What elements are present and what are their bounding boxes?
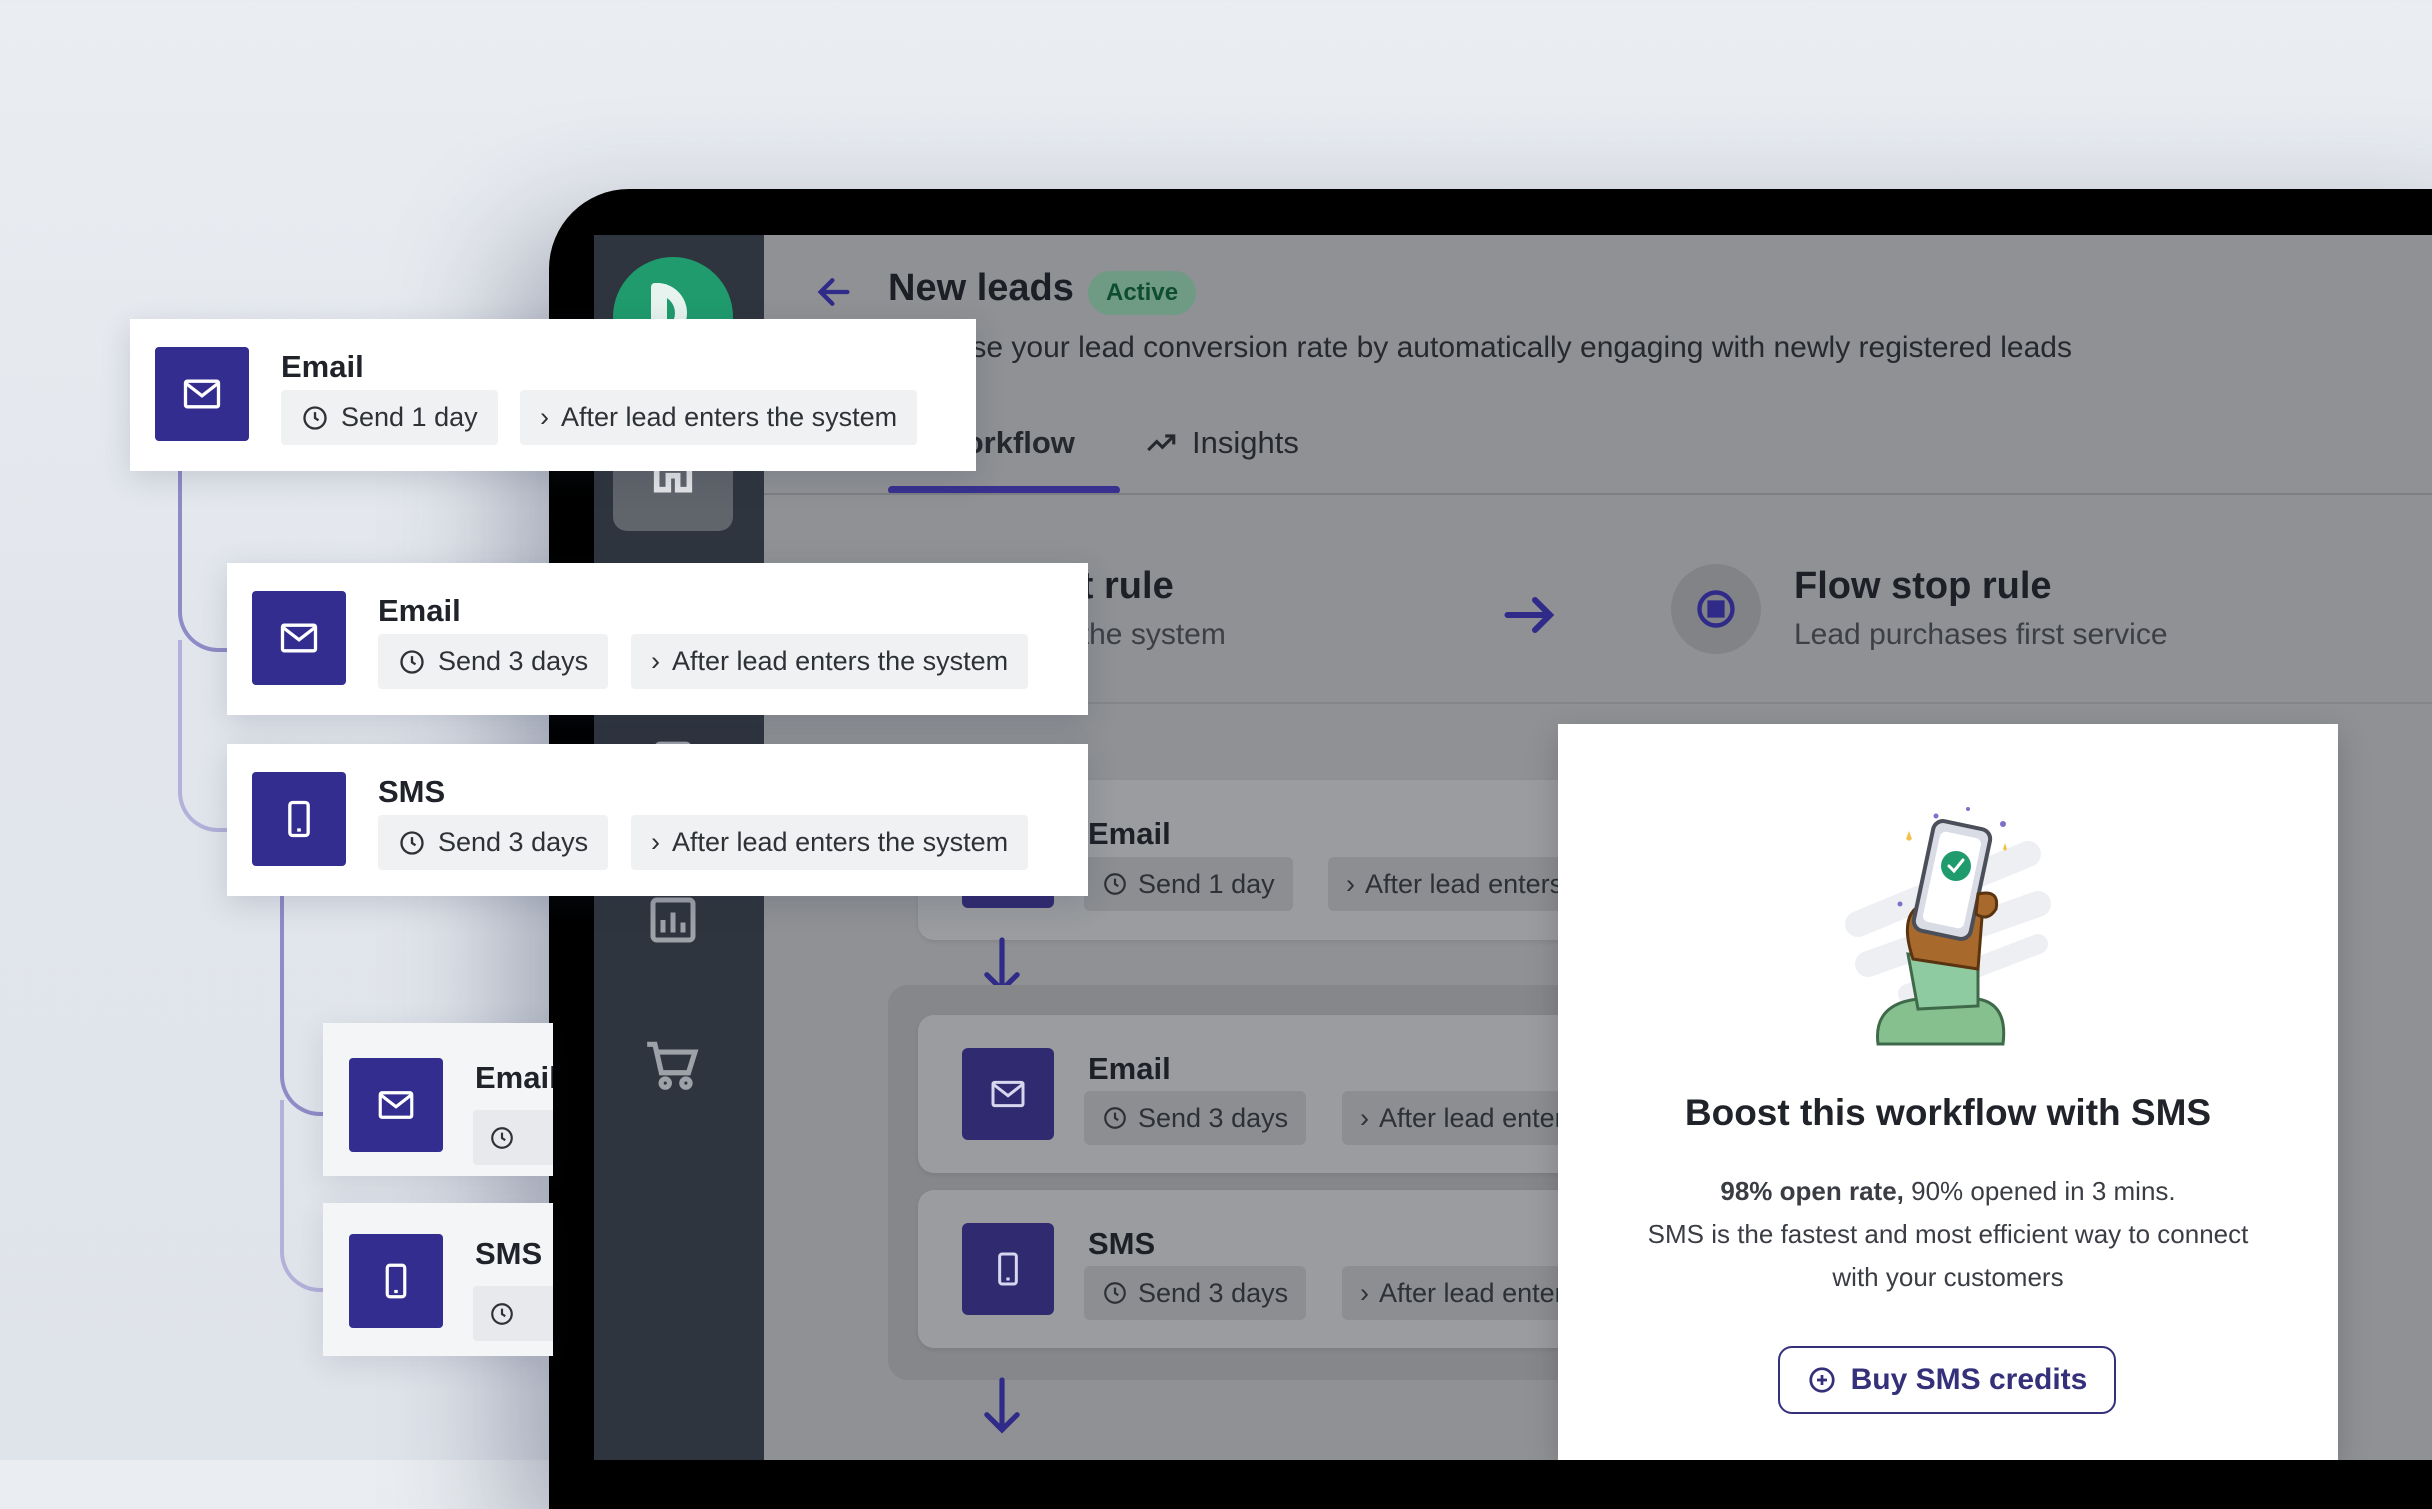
phone-icon — [962, 1223, 1054, 1315]
trigger-chip: › After lead enters the system — [631, 634, 1029, 689]
plus-circle-icon — [1809, 1367, 1835, 1393]
overlay-step-sms-faded[interactable]: SMS — [323, 1203, 553, 1356]
workflow-step-sms[interactable]: SMS Send 3 days › After lead enters the … — [918, 1190, 1734, 1348]
cart-icon[interactable] — [613, 1005, 733, 1125]
page-title: New leads — [888, 267, 1074, 309]
delay-chip: Send 3 days — [1084, 1266, 1307, 1320]
delay-chip: Send 3 days — [1084, 1091, 1307, 1145]
trigger-text: After lead enters the system — [561, 402, 898, 432]
overlay-step-email-2[interactable]: Email Send 3 days › After lead enters th… — [227, 563, 1088, 715]
promo-stat-line: 98% open rate, 90% opened in 3 mins. — [1598, 1176, 2298, 1207]
delay-text: Send 1 day — [341, 402, 478, 432]
mail-icon — [962, 1048, 1054, 1140]
buy-sms-credits-label: Buy SMS credits — [1850, 1363, 2088, 1396]
delay-chip: Send 3 days — [378, 634, 609, 689]
step-channel: SMS — [378, 774, 446, 809]
stop-icon — [1671, 564, 1761, 654]
rules-divider — [884, 702, 2432, 704]
chevron-right-icon: › — [1346, 868, 1355, 899]
tabs-divider — [764, 493, 2432, 495]
clock-icon — [1104, 1107, 1126, 1129]
mail-icon — [155, 347, 249, 441]
chevron-right-icon: › — [1360, 1277, 1369, 1308]
promo-line-3: with your customers — [1832, 1262, 2064, 1292]
connector-line — [178, 470, 234, 652]
tab-insights[interactable]: Insights — [1144, 425, 1299, 461]
stop-rule-detail: Lead purchases first service — [1794, 618, 2168, 651]
step-channel: Email — [1088, 1051, 1171, 1086]
clock-icon — [1104, 873, 1126, 895]
step-channel: Email — [1088, 816, 1171, 851]
mail-icon — [349, 1058, 443, 1152]
clock-icon — [400, 649, 424, 674]
promo-stat-rest: 90% opened in 3 mins. — [1903, 1176, 2176, 1206]
status-badge: Active — [1088, 271, 1197, 315]
page-description: Increase your lead conversion rate by au… — [888, 331, 2072, 364]
chevron-right-icon: › — [1360, 1102, 1369, 1133]
delay-text: Send 3 days — [1138, 1277, 1289, 1308]
arrow-right-icon — [1500, 585, 1560, 650]
mail-icon — [252, 591, 346, 685]
step-channel: Email — [281, 349, 364, 384]
step-channel: SMS — [1088, 1226, 1156, 1261]
step-channel: SMS — [475, 1236, 543, 1271]
delay-chip: Send 3 days — [378, 815, 609, 870]
trigger-chip: › After lead enters the system — [520, 390, 918, 445]
connector-line — [178, 640, 234, 832]
trigger-text: After lead enters the system — [672, 827, 1009, 857]
tab-insights-label: Insights — [1192, 425, 1299, 460]
step-channel: Email — [475, 1060, 553, 1095]
sms-promo-panel: Boost this workflow with SMS 98% open ra… — [1558, 724, 2338, 1460]
back-arrow-icon[interactable] — [814, 272, 854, 317]
delay-text: Send 3 days — [438, 646, 589, 676]
promo-stat-bold: 98% open rate, — [1720, 1176, 1904, 1206]
trigger-chip: › After lead enters the system — [631, 815, 1029, 870]
buy-sms-credits-button[interactable]: Buy SMS credits — [1778, 1346, 2116, 1414]
delay-chip: Send 1 day — [1084, 857, 1293, 911]
clock-icon — [303, 405, 327, 430]
trend-icon — [1147, 434, 1176, 452]
overlay-step-email-faded[interactable]: Email — [323, 1023, 553, 1176]
delay-chip — [473, 1286, 553, 1341]
promo-title: Boost this workflow with SMS — [1684, 1092, 2212, 1133]
phone-hand-illustration — [1828, 794, 2088, 1069]
arrow-down-icon — [976, 1375, 1028, 1442]
clock-icon — [491, 1302, 513, 1325]
delay-text: Send 1 day — [1138, 868, 1275, 899]
clock-icon — [1104, 1282, 1126, 1304]
delay-text: Send 3 days — [438, 827, 589, 857]
step-channel: Email — [378, 593, 461, 628]
stop-rule-title: Flow stop rule — [1794, 565, 2052, 607]
clock-icon — [491, 1126, 513, 1149]
delay-chip — [473, 1110, 553, 1165]
chevron-right-icon: › — [540, 402, 549, 432]
chevron-right-icon: › — [651, 827, 660, 857]
promo-line-2: SMS is the fastest and most efficient wa… — [1647, 1219, 2249, 1249]
delay-chip: Send 1 day — [281, 390, 498, 445]
chevron-right-icon: › — [651, 646, 660, 676]
trigger-text: After lead enters the system — [672, 646, 1009, 676]
overlay-step-sms[interactable]: SMS Send 3 days › After lead enters the … — [227, 744, 1088, 896]
workflow-step-email-2[interactable]: Email Send 3 days › After lead enters th… — [918, 1015, 1734, 1173]
step-group: Email Send 3 days › After lead enters th… — [888, 985, 1734, 1380]
phone-icon — [349, 1234, 443, 1328]
phone-icon — [252, 772, 346, 866]
clock-icon — [400, 830, 424, 855]
overlay-step-email-1[interactable]: Email Send 1 day › After lead enters the… — [130, 319, 976, 471]
delay-text: Send 3 days — [1138, 1102, 1289, 1133]
